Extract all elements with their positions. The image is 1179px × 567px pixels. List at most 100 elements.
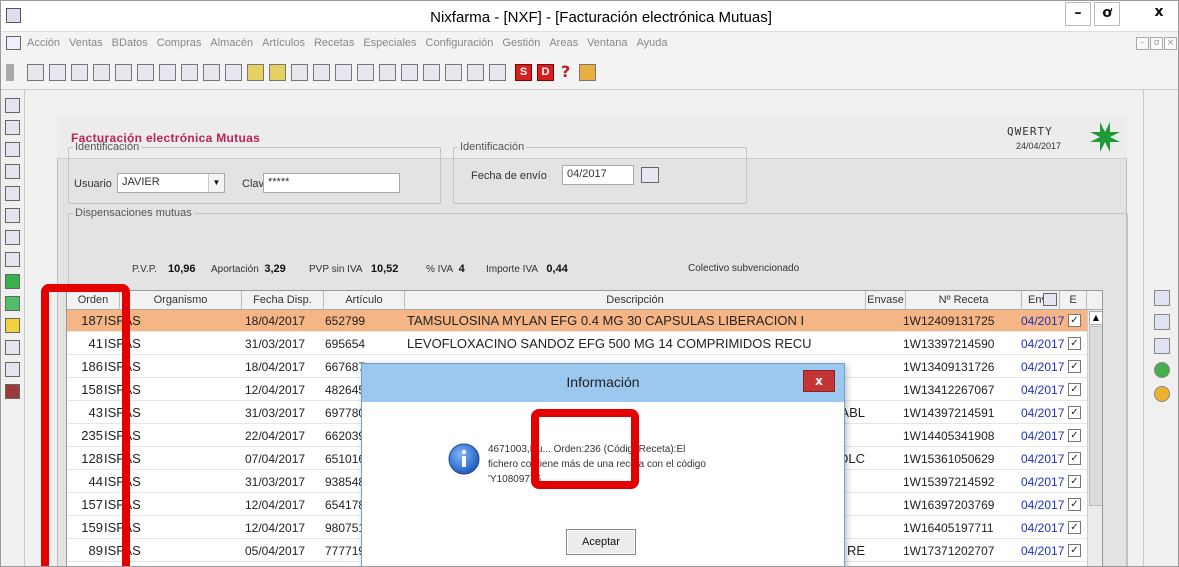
toolbar-button-3-icon[interactable] xyxy=(71,64,88,81)
annotation-order-column xyxy=(41,284,130,566)
green-cross-icon[interactable] xyxy=(5,274,20,289)
table-row[interactable]: 187 ISFAS 18/04/2017 652799 TAMSULOSINA MYLA… xyxy=(67,310,1102,332)
toolbar-button-1-icon[interactable] xyxy=(27,64,44,81)
scroll-up-icon[interactable]: ▲ xyxy=(1089,311,1102,325)
toolbar-button-19-icon[interactable] xyxy=(423,64,440,81)
toolbar-button-5-icon[interactable] xyxy=(115,64,132,81)
toolbar-button-17-icon[interactable] xyxy=(379,64,396,81)
minimize-button[interactable]: – xyxy=(1065,2,1091,26)
arrow-left-icon[interactable] xyxy=(247,64,264,81)
warning-icon[interactable] xyxy=(5,318,20,333)
row-checkbox[interactable]: ✓ xyxy=(1068,406,1081,419)
left-tool-3-icon[interactable] xyxy=(5,142,20,157)
check-green-icon[interactable] xyxy=(1154,362,1170,378)
column-header-articulo[interactable]: Artículo xyxy=(324,291,405,310)
left-tool-2-icon[interactable] xyxy=(5,120,20,135)
calendar-icon[interactable] xyxy=(641,167,659,183)
refresh-icon[interactable] xyxy=(5,296,20,311)
document-icon[interactable] xyxy=(6,36,21,50)
d-button[interactable]: D xyxy=(537,64,554,81)
password-input[interactable]: ***** xyxy=(263,173,400,193)
table-scrollbar[interactable]: ▲ xyxy=(1087,310,1102,566)
left-tool-6-icon[interactable] xyxy=(5,208,20,223)
menu-item-compras[interactable]: Compras xyxy=(157,37,202,49)
toolbar-button-4-icon[interactable] xyxy=(93,64,110,81)
left-tool-13-icon[interactable] xyxy=(5,362,20,377)
column-header-e[interactable]: E xyxy=(1060,291,1087,310)
column-header-envase[interactable]: Envase xyxy=(866,291,906,310)
maximize-button[interactable]: ơ xyxy=(1094,2,1120,26)
row-checkbox[interactable]: ✓ xyxy=(1068,360,1081,373)
help-button[interactable]: ? xyxy=(561,64,578,81)
row-checkbox[interactable]: ✓ xyxy=(1068,521,1081,534)
toolbar-button-20-icon[interactable] xyxy=(445,64,462,81)
menu-item-acci-n[interactable]: Acción xyxy=(27,37,60,49)
menu-item-ayuda[interactable]: Ayuda xyxy=(636,37,667,49)
orange-circle-icon[interactable] xyxy=(1154,386,1170,402)
send-date-input[interactable]: 04/2017 xyxy=(562,165,634,185)
user-select[interactable]: JAVIER ▼ xyxy=(117,173,225,193)
column-header-descripcion[interactable]: Descripción xyxy=(405,291,866,310)
left-tool-8-icon[interactable] xyxy=(5,252,20,267)
toolbar-button-14-icon[interactable] xyxy=(313,64,330,81)
column-header-organismo[interactable]: Organismo xyxy=(120,291,242,310)
left-tool-14-icon[interactable] xyxy=(5,384,20,399)
menu-item-recetas[interactable]: Recetas xyxy=(314,37,354,49)
arrow-right-icon[interactable] xyxy=(269,64,286,81)
mdi-close-button[interactable]: × xyxy=(1164,37,1177,50)
calendar-column-icon[interactable] xyxy=(1043,293,1057,306)
scroll-thumb[interactable] xyxy=(1089,326,1102,506)
menu-item-ventas[interactable]: Ventas xyxy=(69,37,103,49)
home-icon[interactable] xyxy=(579,64,596,81)
row-checkbox[interactable]: ✓ xyxy=(1068,429,1081,442)
left-tool-1-icon[interactable] xyxy=(5,98,20,113)
mdi-minimize-button[interactable]: – xyxy=(1136,37,1149,50)
row-checkbox[interactable]: ✓ xyxy=(1068,383,1081,396)
mdi-restore-button[interactable]: ơ xyxy=(1150,37,1163,50)
toolbar-button-21-icon[interactable] xyxy=(467,64,484,81)
close-button[interactable]: x xyxy=(1146,2,1172,26)
toolbar-button-15-icon[interactable] xyxy=(335,64,352,81)
toolbar-button-16-icon[interactable] xyxy=(357,64,374,81)
chevron-down-icon[interactable]: ▼ xyxy=(208,174,224,192)
row-checkbox[interactable]: ✓ xyxy=(1068,475,1081,488)
row-checkbox[interactable]: ✓ xyxy=(1068,452,1081,465)
right-tool-2-icon[interactable] xyxy=(1154,314,1170,330)
row-checkbox[interactable]: ✓ xyxy=(1068,337,1081,350)
app-icon[interactable] xyxy=(6,8,21,23)
menu-item-almac-n[interactable]: Almacén xyxy=(210,37,253,49)
toolbar-button-2-icon[interactable] xyxy=(49,64,66,81)
right-tool-3-icon[interactable] xyxy=(1154,338,1170,354)
menu-item-ventana[interactable]: Ventana xyxy=(587,37,627,49)
column-header-receta[interactable]: Nº Receta xyxy=(906,291,1022,310)
menu-item-bdatos[interactable]: BDatos xyxy=(112,37,148,49)
ok-button[interactable]: Aceptar xyxy=(566,529,636,555)
menu-item-art-culos[interactable]: Artículos xyxy=(262,37,305,49)
row-checkbox[interactable]: ✓ xyxy=(1068,498,1081,511)
left-tool-5-icon[interactable] xyxy=(5,186,20,201)
toolbar-button-9-icon[interactable] xyxy=(203,64,220,81)
left-tool-7-icon[interactable] xyxy=(5,230,20,245)
row-checkbox[interactable]: ✓ xyxy=(1068,314,1081,327)
table-row[interactable]: 41 ISFAS 31/03/2017 695654 LEVOFLOXACINO SAN… xyxy=(67,333,1102,355)
toolbar-button-18-icon[interactable] xyxy=(401,64,418,81)
toolbar-button-10-icon[interactable] xyxy=(225,64,242,81)
info-icon xyxy=(448,443,480,475)
toolbar-button-6-icon[interactable] xyxy=(137,64,154,81)
toolbar-button-22-icon[interactable] xyxy=(489,64,506,81)
row-checkbox[interactable]: ✓ xyxy=(1068,544,1081,557)
left-tool-4-icon[interactable] xyxy=(5,164,20,179)
right-tool-1-icon[interactable] xyxy=(1154,290,1170,306)
s-button[interactable]: S xyxy=(515,64,532,81)
left-tool-12-icon[interactable] xyxy=(5,340,20,355)
column-header-fecha[interactable]: Fecha Disp. xyxy=(242,291,324,310)
menu-item-gesti-n[interactable]: Gestión xyxy=(502,37,540,49)
menu-item-especiales[interactable]: Especiales xyxy=(363,37,416,49)
menu-item-areas[interactable]: Areas xyxy=(549,37,578,49)
toolbar-button-13-icon[interactable] xyxy=(291,64,308,81)
menu-item-configuraci-n[interactable]: Configuración xyxy=(426,37,494,49)
cell-receta: 1W15361050629 xyxy=(903,452,995,466)
toolbar-button-7-icon[interactable] xyxy=(159,64,176,81)
toolbar-button-8-icon[interactable] xyxy=(181,64,198,81)
dialog-close-button[interactable]: x xyxy=(803,370,835,392)
